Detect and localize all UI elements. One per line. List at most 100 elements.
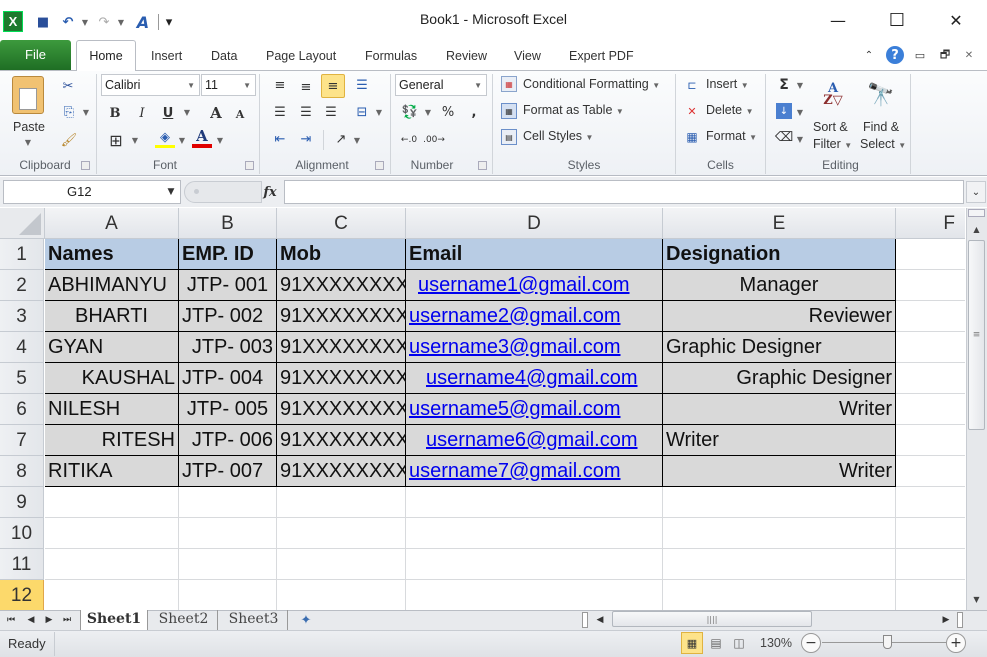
find-select-button[interactable]: Select ▼ xyxy=(860,137,906,151)
merge-dropdown-icon[interactable]: ▼ xyxy=(375,108,383,117)
row-header-2[interactable]: 2 xyxy=(0,270,44,301)
formula-bar-resize-icon[interactable] xyxy=(194,189,199,194)
page-layout-view-button[interactable]: ▤ xyxy=(706,633,726,653)
format-cells-button[interactable]: Format ▼ xyxy=(706,129,757,143)
select-all-button[interactable] xyxy=(0,208,45,239)
align-left-icon[interactable]: ☰ xyxy=(271,103,289,121)
zoom-level[interactable]: 130% xyxy=(760,636,792,650)
cell-designation[interactable]: Writer xyxy=(663,456,896,487)
empty-cell[interactable] xyxy=(896,239,965,270)
empty-cell[interactable] xyxy=(277,580,406,610)
tab-home[interactable]: Home xyxy=(76,40,136,71)
tab-view[interactable]: View xyxy=(514,42,541,70)
cell-email[interactable]: username6@gmail.com xyxy=(406,425,663,456)
horizontal-scroll-thumb[interactable]: |||| xyxy=(612,611,812,627)
cell-email[interactable]: username2@gmail.com xyxy=(406,301,663,332)
empty-cell[interactable] xyxy=(663,518,896,549)
cell-email[interactable]: username4@gmail.com xyxy=(406,363,663,394)
cell-id[interactable]: JTP- 002 xyxy=(179,301,277,332)
cell-email[interactable]: username1@gmail.com xyxy=(406,270,663,301)
next-sheet-icon[interactable]: ▶ xyxy=(42,612,56,628)
empty-cell[interactable] xyxy=(896,270,965,301)
cell-mob[interactable]: 91XXXXXXXX xyxy=(277,394,409,425)
cell-name[interactable]: GYAN xyxy=(45,332,179,363)
fill-color-icon[interactable]: ◈ xyxy=(155,130,175,148)
empty-cell[interactable] xyxy=(406,487,663,518)
clear-dropdown-icon[interactable]: ▼ xyxy=(796,135,804,144)
insert-cells-button[interactable]: Insert ▼ xyxy=(706,77,749,91)
cell-mob[interactable]: 91XXXXXXXX xyxy=(277,270,409,301)
email-link[interactable]: username4@gmail.com xyxy=(426,367,638,389)
row-header-8[interactable]: 8 xyxy=(0,456,44,487)
empty-cell[interactable] xyxy=(179,518,277,549)
header-cell-designation[interactable]: Designation xyxy=(663,239,896,270)
tab-split-handle[interactable] xyxy=(582,612,588,628)
split-box[interactable] xyxy=(968,209,985,217)
cell-styles-button[interactable]: Cell Styles ▼ xyxy=(523,129,593,143)
copy-icon[interactable]: ⎘ xyxy=(60,104,78,120)
format-as-table-button[interactable]: Format as Table ▼ xyxy=(523,103,624,117)
page-break-view-button[interactable]: ◫ xyxy=(729,633,749,653)
row-header-9[interactable]: 9 xyxy=(0,487,44,518)
percent-style-button[interactable]: % xyxy=(440,103,456,121)
empty-cell[interactable] xyxy=(896,580,965,610)
tab-review[interactable]: Review xyxy=(446,42,487,70)
row-header-12[interactable]: 12 xyxy=(0,580,44,610)
underline-dropdown-icon[interactable]: ▼ xyxy=(183,108,191,117)
sort-filter-icon[interactable]: A Z▽ xyxy=(816,78,850,112)
orientation-icon[interactable]: ↗ xyxy=(332,130,350,148)
tab-formulas[interactable]: Formulas xyxy=(365,42,417,70)
cell-id[interactable]: JTP- 001 xyxy=(179,270,277,301)
autosum-button[interactable]: Σ xyxy=(776,76,792,94)
cell-designation[interactable]: Reviewer xyxy=(663,301,896,332)
tab-file[interactable]: File xyxy=(0,40,71,70)
insert-sheet-icon[interactable]: ✦ xyxy=(294,611,318,629)
copy-dropdown-icon[interactable]: ▼ xyxy=(82,108,90,117)
clear-icon[interactable]: ⌫ xyxy=(775,129,793,145)
sort-filter-label-1[interactable]: Sort & xyxy=(813,120,848,134)
number-format-combo[interactable]: General ▼ xyxy=(395,74,487,96)
empty-cell[interactable] xyxy=(179,549,277,580)
align-right-icon[interactable]: ☰ xyxy=(322,103,340,121)
increase-decimal-icon[interactable]: ←.0 xyxy=(399,131,419,149)
paste-dropdown-icon[interactable]: ▼ xyxy=(23,138,33,147)
top-align-icon[interactable]: ≡ xyxy=(271,76,289,94)
bottom-align-icon[interactable]: ≡ xyxy=(321,74,345,98)
empty-cell[interactable] xyxy=(896,518,965,549)
workbook-minimize-icon[interactable]: ▭ xyxy=(913,47,927,63)
last-sheet-icon[interactable]: ⏭ xyxy=(60,612,74,628)
sort-filter-button[interactable]: Filter ▼ xyxy=(813,137,852,151)
header-cell-id[interactable]: EMP. ID xyxy=(179,239,277,270)
cell-name[interactable]: BHARTI xyxy=(45,301,179,332)
font-launcher-icon[interactable] xyxy=(245,161,254,170)
row-header-6[interactable]: 6 xyxy=(0,394,44,425)
name-box[interactable]: G12 xyxy=(3,180,181,204)
workbook-restore-icon[interactable]: 🗗 xyxy=(938,47,952,63)
scroll-down-arrow-icon[interactable]: ▼ xyxy=(968,590,985,608)
first-sheet-icon[interactable]: ⏮ xyxy=(4,612,18,628)
scroll-left-arrow-icon[interactable]: ◀ xyxy=(594,612,606,628)
empty-cell[interactable] xyxy=(663,580,896,610)
name-box-dropdown-icon[interactable]: ▼ xyxy=(165,185,177,199)
zoom-slider-thumb[interactable] xyxy=(883,635,892,649)
fill-dropdown-icon[interactable]: ▼ xyxy=(796,108,804,117)
conditional-formatting-button[interactable]: Conditional Formatting ▼ xyxy=(523,77,660,91)
scroll-right-arrow-icon[interactable]: ▶ xyxy=(940,612,952,628)
column-header-f[interactable]: F xyxy=(896,208,965,239)
cell-id[interactable]: JTP- 006 xyxy=(179,425,277,456)
cell-mob[interactable]: 91XXXXXXXX xyxy=(277,332,409,363)
row-header-10[interactable]: 10 xyxy=(0,518,44,549)
header-cell-mob[interactable]: Mob xyxy=(277,239,406,270)
cell-name[interactable]: ABHIMANYU xyxy=(45,270,179,301)
cell-mob[interactable]: 91XXXXXXXX xyxy=(277,301,409,332)
cut-icon[interactable]: ✂ xyxy=(60,78,76,94)
row-header-5[interactable]: 5 xyxy=(0,363,44,394)
email-link[interactable]: username3@gmail.com xyxy=(409,336,621,358)
borders-dropdown-icon[interactable]: ▼ xyxy=(131,136,139,145)
wrap-text-icon[interactable]: ☰ xyxy=(353,76,371,94)
empty-cell[interactable] xyxy=(45,487,179,518)
empty-cell[interactable] xyxy=(179,487,277,518)
accounting-format-icon[interactable]: 💱 xyxy=(399,103,421,121)
column-header-d[interactable]: D xyxy=(406,208,663,239)
find-select-label-1[interactable]: Find & xyxy=(863,120,899,134)
